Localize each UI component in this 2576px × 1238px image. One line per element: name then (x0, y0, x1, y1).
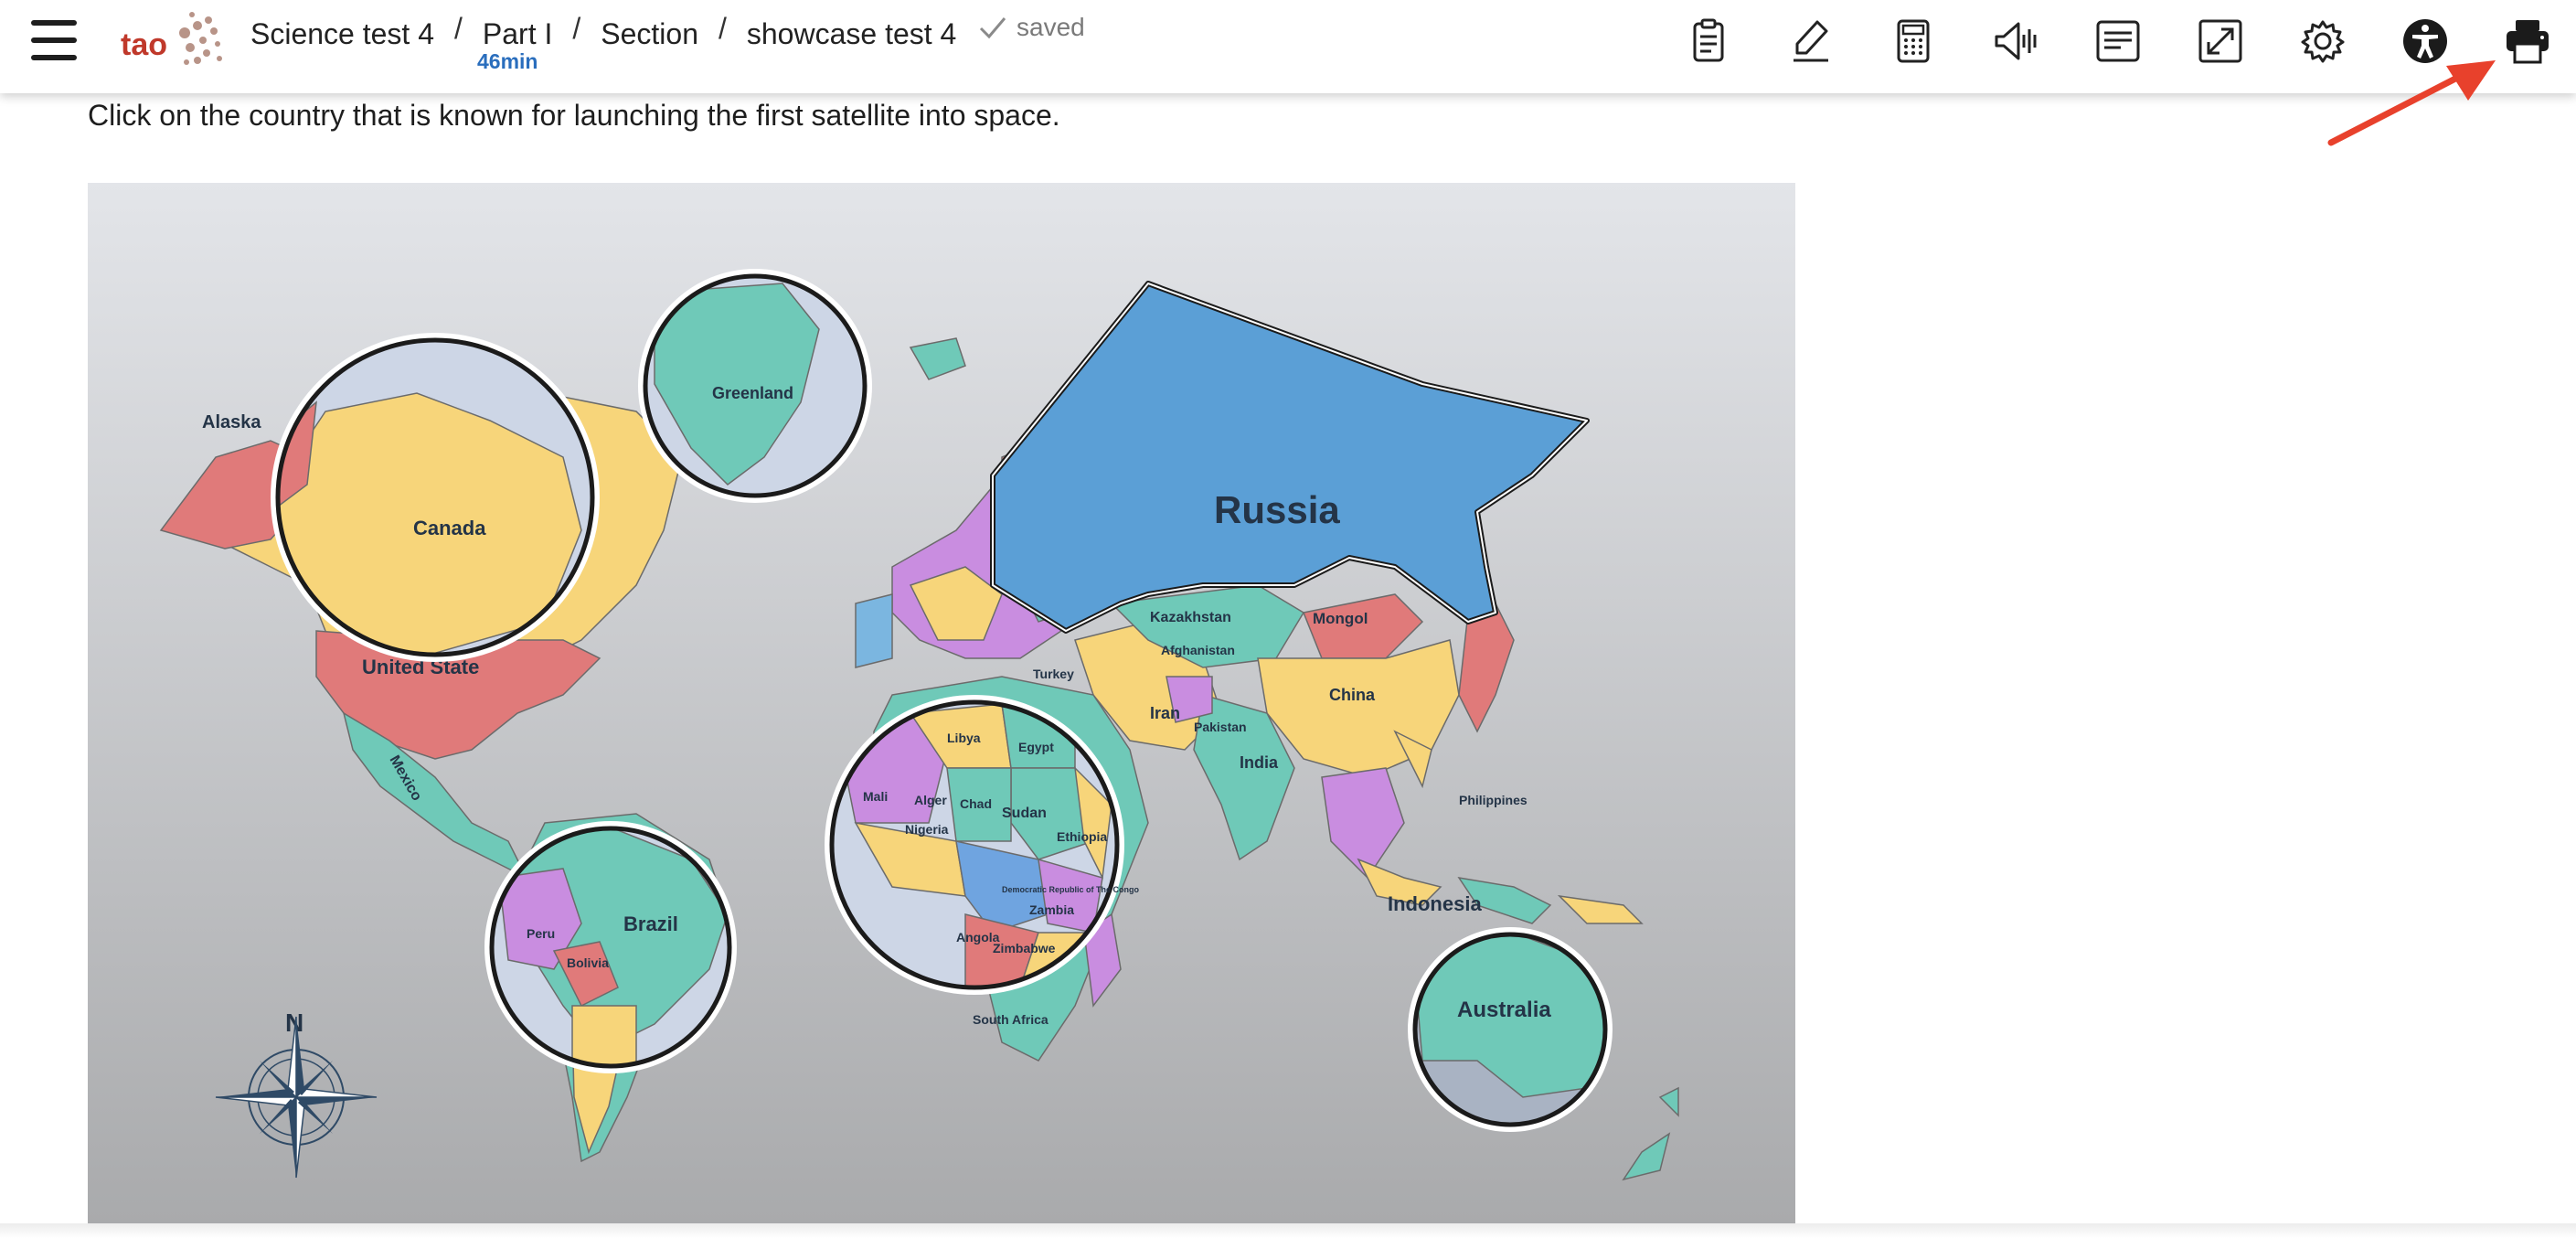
breadcrumb: Science test 4 / Part I / Section / show… (250, 11, 956, 57)
world-map: Alaska United State Mexico Turkey Iran A… (88, 183, 1795, 1225)
iran-label: Iran (1150, 704, 1180, 722)
mali-label: Mali (863, 789, 888, 804)
line-reader-icon[interactable] (2090, 13, 2146, 69)
breadcrumb-test[interactable]: Science test 4 (250, 17, 434, 51)
fullscreen-icon[interactable] (2192, 13, 2249, 69)
mongol-label: Mongol (1313, 610, 1368, 627)
canada-label: Canada (413, 517, 486, 539)
australia-label: Australia (1457, 998, 1551, 1022)
peru-label: Peru (527, 926, 555, 941)
pakistan-label: Pakistan (1194, 720, 1247, 734)
alaska-label: Alaska (202, 412, 261, 432)
notepad-icon[interactable] (1680, 13, 1737, 69)
breadcrumb-item[interactable]: showcase test 4 (747, 17, 956, 51)
bolivia-label: Bolivia (567, 955, 609, 970)
china-label: China (1329, 686, 1376, 704)
text-to-speech-icon[interactable] (1987, 13, 2044, 69)
tao-logo: tao (119, 5, 229, 79)
timer: 46min (477, 49, 538, 73)
philippines-label: Philippines (1459, 793, 1528, 807)
menu-hamburger-icon[interactable] (31, 20, 79, 60)
top-toolbar: tao Science test 4 / Part I / Section / … (0, 0, 2576, 93)
libya-label: Libya (947, 731, 981, 745)
print-icon[interactable] (2499, 13, 2556, 69)
breadcrumb-separator: / (572, 11, 581, 45)
turkey-label: Turkey (1033, 667, 1074, 681)
page-bottom-edge (0, 1223, 2576, 1238)
highlighter-icon[interactable] (1783, 13, 1839, 69)
question-prompt: Click on the country that is known for l… (88, 99, 1060, 132)
drc-label: Democratic Republic of The Congo (1002, 885, 1140, 894)
greenland-label: Greenland (712, 384, 793, 402)
india-label: India (1240, 753, 1279, 772)
egypt-label: Egypt (1018, 740, 1054, 754)
breadcrumb-separator: / (454, 11, 463, 45)
breadcrumb-separator: / (718, 11, 727, 45)
logo-text: tao (121, 27, 167, 62)
zambia-label: Zambia (1029, 902, 1074, 917)
south-africa-label: South Africa (973, 1012, 1048, 1027)
brazil-label: Brazil (623, 912, 678, 935)
chad-label: Chad (960, 796, 992, 811)
russia-label: Russia (1214, 488, 1340, 531)
afghanistan-label: Afghanistan (1161, 643, 1235, 657)
zimbabwe-label: Zimbabwe (993, 941, 1056, 955)
annotation-arrow (2327, 60, 2496, 146)
indonesia-label: Indonesia (1388, 892, 1482, 915)
calculator-icon[interactable] (1885, 13, 1942, 69)
sudan-label: Sudan (1002, 806, 1047, 821)
checkmark-icon (979, 17, 1006, 39)
saved-label: saved (1017, 13, 1085, 41)
save-status: saved (978, 13, 1085, 42)
ethiopia-label: Ethiopia (1057, 829, 1107, 844)
kazakhstan-label: Kazakhstan (1150, 610, 1231, 625)
breadcrumb-part[interactable]: Part I (483, 17, 552, 51)
breadcrumb-section[interactable]: Section (601, 17, 698, 51)
nigeria-label: Nigeria (905, 822, 949, 837)
algeria-label: Alger (914, 793, 947, 807)
world-map-hotspot-interaction[interactable]: Alaska United State Mexico Turkey Iran A… (88, 183, 1795, 1225)
